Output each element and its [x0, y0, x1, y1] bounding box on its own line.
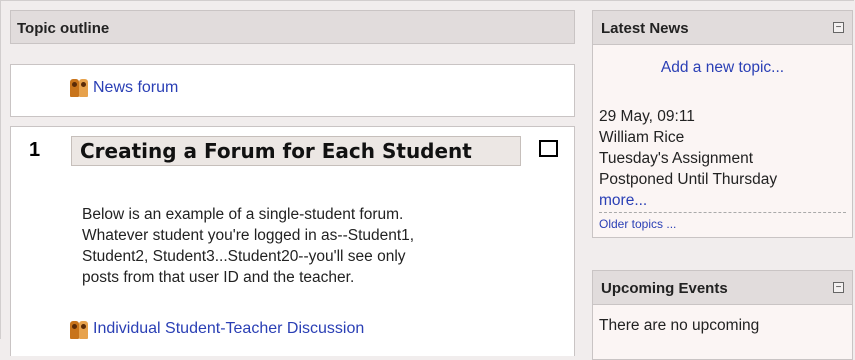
- summary-line: posts from that user ID and the teacher.: [82, 269, 355, 286]
- post-author: William Rice: [599, 129, 685, 146]
- upcoming-events-header: Upcoming Events −: [593, 271, 852, 305]
- collapse-icon[interactable]: −: [833, 22, 844, 33]
- summary-line: Student2, Student3...Student20--you'll s…: [82, 248, 406, 265]
- post-date: 29 May, 09:11: [599, 108, 695, 125]
- news-forum-link[interactable]: News forum: [93, 79, 178, 97]
- latest-news-title: Latest News: [601, 20, 689, 37]
- topic-outline-title: Topic outline: [17, 20, 110, 37]
- latest-news-block: Latest News − Add a new topic... 29 May,…: [592, 10, 853, 238]
- news-forum-row: News forum: [10, 64, 575, 117]
- post-subject: Postponed Until Thursday: [599, 171, 778, 188]
- post-subject: Tuesday's Assignment: [599, 150, 754, 167]
- course-content: Topic outline News forum 1 Creating a Fo…: [10, 10, 575, 356]
- upcoming-events-title: Upcoming Events: [601, 280, 728, 297]
- summary-line: Whatever student you're logged in as--St…: [82, 227, 415, 244]
- highlight-toggle-checkbox[interactable]: [539, 140, 558, 157]
- upcoming-events-text: There are no upcoming: [599, 317, 760, 334]
- collapse-icon[interactable]: −: [833, 282, 844, 293]
- section-number: 1: [29, 139, 41, 161]
- forum-icon: [70, 321, 88, 339]
- section-heading: Creating a Forum for Each Student: [71, 136, 521, 166]
- divider: [599, 212, 846, 213]
- more-link[interactable]: more...: [599, 192, 647, 209]
- section-1: 1 Creating a Forum for Each Student Belo…: [10, 126, 575, 356]
- news-post: 29 May, 09:11 William Rice Tuesday's Ass…: [599, 106, 844, 211]
- older-topics-link[interactable]: Older topics ...: [599, 217, 676, 231]
- individual-discussion-link[interactable]: Individual Student-Teacher Discussion: [93, 320, 364, 338]
- upcoming-events-block: Upcoming Events − There are no upcoming: [592, 270, 853, 360]
- latest-news-header: Latest News −: [593, 11, 852, 45]
- section-summary: Below is an example of a single-student …: [82, 204, 522, 288]
- forum-icon: [70, 79, 88, 97]
- add-new-topic-link[interactable]: Add a new topic...: [593, 59, 852, 77]
- summary-line: Below is an example of a single-student …: [82, 206, 404, 223]
- topic-outline-header: Topic outline: [10, 10, 575, 44]
